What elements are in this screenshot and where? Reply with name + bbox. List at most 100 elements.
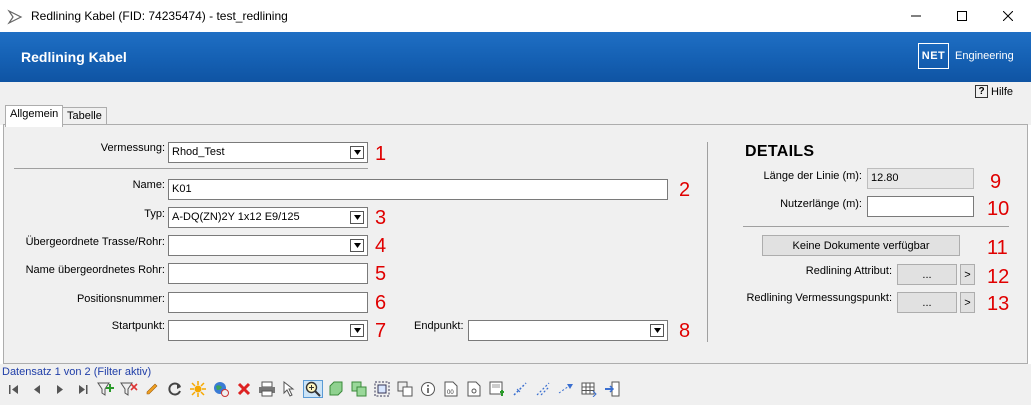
marker-6: 6	[375, 292, 387, 314]
edit-icon	[146, 383, 158, 395]
info-button[interactable]	[418, 380, 438, 398]
marker-8: 8	[679, 320, 691, 342]
endpunkt-label: Endpunkt:	[414, 320, 464, 332]
tab-allgemein[interactable]: Allgemein	[5, 105, 64, 127]
details-divider	[743, 226, 1009, 227]
close-button[interactable]	[985, 0, 1031, 32]
position-input[interactable]	[168, 292, 368, 313]
print-button[interactable]	[257, 380, 277, 398]
delete-button[interactable]	[234, 380, 254, 398]
refresh-button[interactable]	[165, 380, 185, 398]
first-icon	[9, 384, 18, 394]
minimize-icon	[911, 15, 921, 17]
globe-button[interactable]	[211, 380, 231, 398]
marker-1: 1	[375, 143, 387, 165]
add-filter-button[interactable]	[96, 380, 116, 398]
shape-button[interactable]	[326, 380, 346, 398]
exit-icon	[605, 381, 620, 397]
vpunkt-open-button[interactable]: >	[960, 292, 975, 313]
window-titlebar: Redlining Kabel (FID: 74235474) - test_r…	[0, 0, 1031, 32]
line-tool-icon	[513, 382, 527, 396]
line-tool-button[interactable]	[510, 380, 530, 398]
duplicate-button[interactable]	[395, 380, 415, 398]
typ-label: Typ:	[144, 208, 165, 220]
form-icon	[489, 381, 504, 396]
document-button[interactable]	[464, 380, 484, 398]
first-record-button[interactable]	[4, 380, 24, 398]
select-button[interactable]	[280, 380, 300, 398]
vermessung-value: Rhod_Test	[172, 146, 225, 158]
trasse-label: Übergeordnete Trasse/Rohr:	[25, 236, 165, 248]
prev-record-button[interactable]	[27, 380, 47, 398]
next-icon	[57, 384, 63, 394]
print-icon	[259, 381, 275, 397]
zoom-button[interactable]	[303, 380, 323, 398]
vermessung-label: Vermessung:	[100, 142, 165, 154]
chevron-down-icon[interactable]	[350, 324, 364, 337]
nutzer-input[interactable]	[867, 196, 974, 217]
bulk-icon: 00	[444, 381, 458, 397]
next-record-button[interactable]	[50, 380, 70, 398]
marker-5: 5	[375, 263, 387, 285]
documents-button[interactable]: Keine Dokumente verfügbar	[762, 235, 960, 256]
form-header: Redlining Kabel NET Engineering	[0, 32, 1031, 82]
name-input[interactable]: K01	[168, 179, 668, 200]
marker-11: 11	[987, 237, 1008, 259]
typ-select[interactable]: A-DQ(ZN)2Y 1x12 E9/125	[168, 207, 368, 228]
net-logo: NET	[918, 43, 949, 69]
copy-button[interactable]	[349, 380, 369, 398]
help-button[interactable]: ? Hilfe	[975, 85, 1013, 98]
startpunkt-label: Startpunkt:	[111, 320, 165, 332]
chevron-down-icon[interactable]	[350, 239, 364, 252]
attribut-browse-button[interactable]: ...	[897, 264, 957, 285]
bulk-button[interactable]: 00	[441, 380, 461, 398]
remove-filter-icon	[120, 382, 138, 396]
vermessung-select[interactable]: Rhod_Test	[168, 142, 368, 163]
vpunkt-browse-button[interactable]: ...	[897, 292, 957, 313]
document-icon	[467, 381, 481, 397]
exit-button[interactable]	[602, 380, 622, 398]
maximize-icon	[957, 11, 967, 21]
rohr-input[interactable]	[168, 263, 368, 284]
endpunkt-select[interactable]	[468, 320, 668, 341]
select-area-button[interactable]	[372, 380, 392, 398]
snap-button[interactable]	[556, 380, 576, 398]
close-icon	[1003, 11, 1013, 21]
table-button[interactable]	[579, 380, 599, 398]
highlight-button[interactable]	[188, 380, 208, 398]
laenge-label: Länge der Linie (m):	[763, 170, 862, 182]
startpunkt-select[interactable]	[168, 320, 368, 341]
minimize-button[interactable]	[893, 0, 939, 32]
marker-9: 9	[990, 171, 1002, 193]
trasse-select[interactable]	[168, 235, 368, 256]
chevron-down-icon[interactable]	[350, 211, 364, 224]
navigation-toolbar: 00	[4, 380, 625, 398]
maximize-button[interactable]	[939, 0, 985, 32]
laenge-value: 12.80	[867, 168, 974, 189]
tab-strip: Allgemein Tabelle	[0, 104, 1031, 127]
form-button[interactable]	[487, 380, 507, 398]
window-title: Redlining Kabel (FID: 74235474) - test_r…	[31, 9, 288, 23]
highlight-icon	[190, 381, 206, 397]
marker-10: 10	[987, 198, 1010, 220]
globe-icon	[214, 382, 229, 397]
select-area-icon	[374, 381, 390, 397]
record-status: Datensatz 1 von 2 (Filter aktiv)	[2, 366, 152, 378]
divider	[14, 168, 368, 169]
edit-button[interactable]	[142, 380, 162, 398]
dashed-line-button[interactable]	[533, 380, 553, 398]
remove-filter-button[interactable]	[119, 380, 139, 398]
typ-value: A-DQ(ZN)2Y 1x12 E9/125	[172, 211, 300, 223]
attribut-open-button[interactable]: >	[960, 264, 975, 285]
add-filter-icon	[97, 382, 114, 396]
position-label: Positionsnummer:	[76, 293, 165, 305]
duplicate-icon	[397, 381, 413, 397]
delete-icon	[237, 382, 251, 396]
attribut-label: Redlining Attribut:	[805, 265, 892, 277]
chevron-down-icon[interactable]	[350, 146, 364, 159]
help-bar: ? Hilfe	[0, 82, 1031, 104]
dashed-line-icon	[536, 382, 550, 396]
chevron-down-icon[interactable]	[650, 324, 664, 337]
last-record-button[interactable]	[73, 380, 93, 398]
details-title: DETAILS	[745, 143, 815, 160]
